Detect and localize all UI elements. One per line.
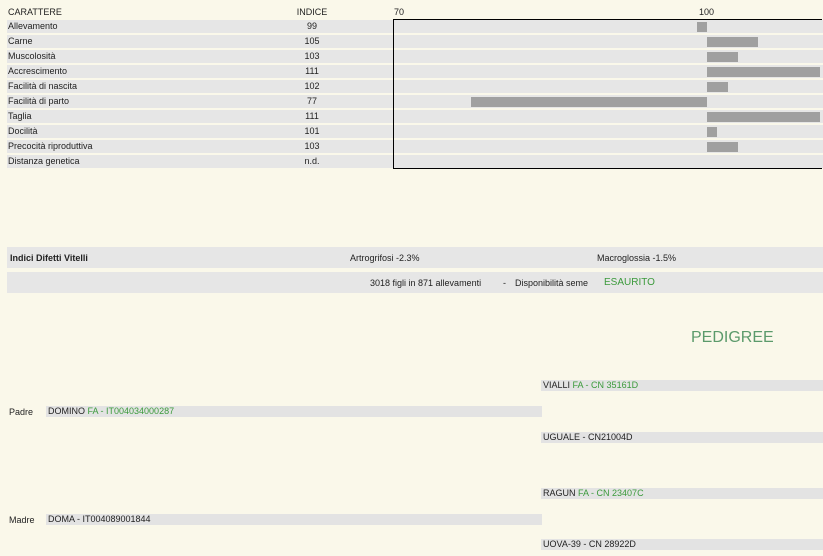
index-bar	[707, 112, 820, 122]
trait-label: Accrescimento	[8, 66, 68, 76]
trait-index-value: 105	[304, 36, 320, 46]
trait-label: Facilità di parto	[8, 96, 70, 106]
trait-label: Facilità di nascita	[8, 81, 78, 91]
sire-code: FA - IT004034000287	[87, 406, 175, 416]
grandsire-maternal: RAGUN FA - CN 23407C	[541, 488, 823, 499]
grandsire-paternal-code: FA - CN 35161D	[572, 380, 639, 390]
index-chart	[393, 19, 822, 169]
granddam-paternal-name: UGUALE - CN21004D	[543, 432, 633, 442]
trait-label: Docilità	[8, 126, 38, 136]
scale-mid-label: 100	[699, 7, 715, 17]
index-bar	[707, 37, 759, 47]
trait-index-value: 77	[306, 96, 317, 106]
pedigree-title: PEDIGREE	[691, 329, 774, 346]
trait-index-value: 101	[304, 126, 320, 136]
defects-title: Indici Difetti Vitelli	[10, 253, 88, 263]
grandsire-paternal-name: VIALLI	[543, 380, 571, 390]
index-bar	[707, 52, 738, 62]
dam: DOMA - IT004089001844	[46, 514, 542, 525]
scale-min-label: 70	[394, 7, 405, 17]
sire-name: DOMINO	[48, 406, 85, 416]
granddam-maternal-name: UOVA-39 - CN 28922D	[543, 539, 636, 549]
trait-label: Taglia	[8, 111, 32, 121]
dam-name: DOMA - IT004089001844	[48, 514, 151, 524]
col-trait-header: CARATTERE	[8, 7, 62, 17]
grandsire-maternal-code: FA - CN 23407C	[578, 488, 644, 498]
index-bar	[707, 67, 820, 77]
granddam-maternal: UOVA-39 - CN 28922D	[541, 539, 823, 550]
trait-index-value: 102	[304, 81, 320, 91]
trait-index-value: 111	[305, 66, 319, 76]
macroglossia-value: Macroglossia -1.5%	[597, 253, 677, 263]
artrogrifosi-value: Artrogrifosi -2.3%	[350, 253, 420, 263]
summary-separator: -	[503, 278, 506, 288]
semen-availability-label: Disponibilità seme	[515, 278, 589, 288]
grandsire-maternal-name: RAGUN	[543, 488, 576, 498]
trait-label: Muscolosità	[8, 51, 56, 61]
trait-index-value: 111	[305, 111, 319, 121]
grandsire-paternal: VIALLI FA - CN 35161D	[541, 380, 823, 391]
index-bar	[470, 97, 707, 107]
col-index-header: INDICE	[296, 7, 328, 17]
trait-label: Allevamento	[8, 21, 58, 31]
semen-availability-status: ESAURITO	[604, 277, 655, 288]
index-bar	[696, 22, 707, 32]
trait-label: Precocità riproduttiva	[8, 141, 93, 151]
trait-label: Distanza genetica	[8, 156, 80, 166]
sire: DOMINO FA - IT004034000287	[46, 406, 542, 417]
trait-index-value: 103	[304, 51, 320, 61]
index-bar	[707, 142, 738, 152]
trait-index-value: n.d.	[304, 156, 320, 166]
index-bar	[707, 127, 718, 137]
trait-index-value: 103	[304, 141, 320, 151]
trait-index-value: 99	[306, 21, 317, 31]
offspring-summary: 3018 figli in 871 allevamenti	[370, 278, 482, 288]
granddam-paternal: UGUALE - CN21004D	[541, 432, 823, 443]
sire-label: Padre	[9, 407, 34, 417]
dam-label: Madre	[9, 515, 35, 525]
trait-label: Carne	[8, 36, 33, 46]
index-bar	[707, 82, 728, 92]
